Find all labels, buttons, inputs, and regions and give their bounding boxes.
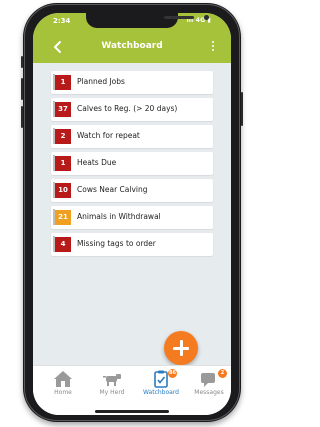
count-badge: 2: [53, 128, 71, 144]
speaker-grille: [164, 16, 194, 19]
tab-watchboard[interactable]: 86 Watchboard: [139, 366, 183, 406]
list-item-planned-jobs[interactable]: 1 Planned Jobs: [51, 71, 213, 94]
home-icon: [54, 371, 72, 387]
count-badge: 4: [53, 236, 71, 252]
tab-home[interactable]: Home: [41, 366, 85, 406]
volume-up-button: [21, 78, 23, 100]
bottom-tab-bar: Home My Herd 86 Watchboard 2 Messages: [33, 365, 231, 415]
overflow-menu-button[interactable]: [209, 39, 217, 57]
list-item-calves-to-reg[interactable]: 37 Calves to Reg. (> 20 days): [51, 98, 213, 121]
list-item-label: Calves to Reg. (> 20 days): [77, 104, 178, 113]
plus-icon-stem: [179, 340, 183, 356]
tab-label: Messages: [194, 389, 224, 396]
list-item-label: Cows Near Calving: [77, 185, 148, 194]
chat-icon: [201, 373, 215, 387]
list-item-heats-due[interactable]: 1 Heats Due: [51, 152, 213, 175]
tab-label: Watchboard: [142, 389, 179, 396]
notch: [86, 13, 209, 28]
volume-down-button: [21, 106, 23, 128]
tab-badge: 86: [168, 369, 177, 378]
count-badge: 37: [53, 101, 71, 117]
tab-badge: 2: [218, 369, 227, 378]
count-badge: 1: [53, 155, 71, 171]
phone-screen: 2:34 ıll 4G ▮ Watchboard 1 Planned Jobs …: [33, 13, 231, 415]
power-button: [241, 92, 243, 126]
list-item-watch-for-repeat[interactable]: 2 Watch for repeat: [51, 125, 213, 148]
tab-label: My Herd: [99, 389, 125, 396]
mute-switch: [21, 56, 23, 68]
list-item-label: Planned Jobs: [77, 77, 125, 86]
home-indicator: [95, 410, 169, 413]
page-title: Watchboard: [101, 41, 163, 51]
tab-label: Home: [54, 389, 72, 396]
list-item-label: Animals in Withdrawal: [77, 212, 161, 221]
list-item-animals-in-withdrawal[interactable]: 21 Animals in Withdrawal: [51, 206, 213, 229]
tab-messages[interactable]: 2 Messages: [187, 366, 231, 406]
dot-icon: [212, 45, 214, 47]
status-time: 2:34: [53, 17, 71, 25]
cow-icon: [103, 374, 121, 386]
count-badge: 10: [53, 182, 71, 198]
add-fab-button[interactable]: [164, 331, 198, 365]
dot-icon: [212, 41, 214, 43]
list-item-label: Missing tags to order: [77, 239, 156, 248]
tab-my-herd[interactable]: My Herd: [90, 366, 134, 406]
count-badge: 21: [53, 209, 71, 225]
list-item-missing-tags[interactable]: 4 Missing tags to order: [51, 233, 213, 256]
app-bar: Watchboard: [33, 33, 231, 63]
list-item-label: Heats Due: [77, 158, 117, 167]
dot-icon: [212, 49, 214, 51]
count-badge: 1: [53, 74, 71, 90]
list-item-cows-near-calving[interactable]: 10 Cows Near Calving: [51, 179, 213, 202]
front-camera: [204, 15, 209, 20]
list-item-label: Watch for repeat: [77, 131, 140, 140]
